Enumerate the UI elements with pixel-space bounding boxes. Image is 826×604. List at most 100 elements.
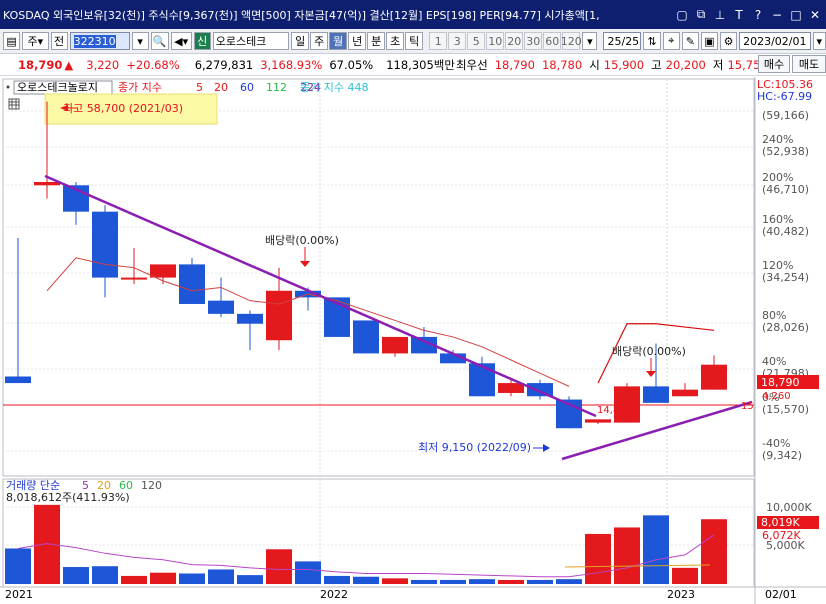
volume-bar-14 — [411, 579, 437, 584]
stock-code-value: 322310 — [73, 34, 116, 48]
interval-tabs: 1 3 5 10 20 30 60 120 — [429, 32, 582, 50]
calendar-icon[interactable]: ▾ — [812, 32, 826, 50]
close-icon[interactable]: ✕ — [807, 7, 823, 23]
type-select[interactable]: 주 ▾ — [22, 32, 49, 50]
volume-pct: 3,168.93% — [260, 57, 323, 72]
high-label: 고 — [651, 57, 662, 72]
interval-tab-5[interactable]: 30 — [524, 32, 543, 50]
interval-tab-4[interactable]: 20 — [505, 32, 524, 50]
volume-bar-0 — [5, 548, 31, 584]
tools-icon[interactable]: ✎ — [681, 32, 699, 50]
volume-bar-23 — [672, 567, 698, 584]
interval-tab-3[interactable]: 10 — [486, 32, 505, 50]
volume-value: 8,018,612주(411.93%) — [6, 491, 130, 504]
candle-body-8 — [237, 313, 263, 324]
price-tick-price-7: (15,570) — [762, 403, 809, 416]
period-tab-0[interactable]: 일 — [291, 32, 310, 50]
dividend-annotation-2: 배당락(0.00%) — [612, 345, 686, 358]
gear-icon[interactable]: ⚙ — [719, 32, 738, 50]
candle-body-0 — [5, 376, 31, 384]
prev-button[interactable]: 전 — [50, 32, 68, 50]
hc-label: HC:-67.99 — [757, 90, 812, 103]
volume-bar-19 — [556, 579, 582, 584]
layout-icon[interactable]: ▤ — [3, 32, 21, 50]
volume-bar-15 — [440, 579, 466, 584]
stock-chart[interactable]: 오로스테크놀로지 종가 지수 5 20 60 112 224 종가 지수 448 최고 … — [0, 77, 826, 604]
candle-body-17 — [498, 383, 524, 393]
line-value: 14,885 — [597, 405, 632, 416]
volume-bar-4 — [121, 575, 147, 584]
date-current: 02/01 — [765, 588, 797, 601]
minimize-icon[interactable]: − — [769, 7, 785, 23]
candle-body-23 — [672, 389, 698, 397]
up-arrow-icon: ▲ — [64, 57, 74, 72]
interval-tab-1[interactable]: 3 — [448, 32, 467, 50]
legend-ma-period-3: 112 — [266, 81, 287, 94]
price-tick-price-8: (9,342) — [762, 449, 802, 462]
change-pct: +20.68% — [126, 57, 180, 72]
volume-value: 6,279,831 — [194, 57, 254, 72]
period-tab-5[interactable]: 초 — [386, 32, 405, 50]
interval-dropdown-icon[interactable]: ▾ — [582, 32, 598, 50]
prev-price-tag: 4,260 — [762, 391, 791, 402]
volume-bar-7 — [208, 569, 234, 584]
volume-bar-11 — [324, 575, 350, 584]
maximize-icon[interactable]: □ — [788, 7, 804, 23]
date-input[interactable]: 2023/02/01 — [739, 32, 811, 50]
interval-tab-7[interactable]: 120 — [561, 32, 582, 50]
turnover-ratio: 67.05% — [329, 57, 374, 72]
up-down-icon[interactable]: ⇅ — [643, 32, 661, 50]
volume-bar-17 — [498, 579, 524, 584]
crosshair-icon[interactable]: ⌖ — [662, 32, 680, 50]
current-price-tag-text: 18,790 — [761, 376, 800, 389]
dividend-annotation: 배당락(0.00%) — [265, 234, 339, 247]
period-tab-6[interactable]: 틱 — [405, 32, 424, 50]
open-label: 시 — [589, 57, 600, 72]
current-price: 18,790 — [18, 57, 63, 72]
period-tab-3[interactable]: 년 — [348, 32, 367, 50]
date-2022: 2022 — [320, 588, 348, 601]
period-tab-2[interactable]: 월 — [329, 32, 348, 50]
interval-tab-2[interactable]: 5 — [467, 32, 486, 50]
price-tick-price-2: (46,710) — [762, 183, 809, 196]
price-tick-price-5: (28,026) — [762, 321, 809, 334]
pin-icon[interactable]: ⊥ — [712, 7, 728, 23]
restore-icon[interactable]: ▢ — [674, 7, 690, 23]
sell-button[interactable]: 매도 — [792, 55, 826, 73]
volume-bar-18 — [527, 579, 553, 584]
help-icon[interactable]: ? — [750, 7, 766, 23]
period-tab-1[interactable]: 주 — [310, 32, 329, 50]
period-tab-4[interactable]: 분 — [367, 32, 386, 50]
speaker-icon[interactable]: ◀▾ — [170, 32, 192, 50]
interval-tab-6[interactable]: 60 — [543, 32, 562, 50]
interval-tab-0[interactable]: 1 — [429, 32, 448, 50]
type-label: 주 — [27, 35, 38, 48]
price-change: 3,220 — [86, 57, 120, 72]
count-input[interactable]: 25/25 — [603, 32, 642, 50]
legend-ma-period-2: 60 — [240, 81, 254, 94]
stock-code-input[interactable]: 322310 — [69, 32, 130, 50]
candle-body-16 — [469, 363, 495, 397]
quote-bar: 18,790 ▲ 3,220 +20.68% 6,279,831 3,168.9… — [0, 54, 826, 76]
volume-bar-5 — [150, 572, 176, 584]
text-icon[interactable]: T — [731, 7, 747, 23]
volume-bar-22 — [643, 515, 669, 584]
period-tabs: 일주월년분초틱 — [291, 32, 424, 50]
date-2023: 2023 — [667, 588, 695, 601]
volume-bar-21 — [614, 527, 640, 584]
search-icon[interactable]: 🔍 — [150, 32, 169, 50]
volume-bar-13 — [382, 578, 408, 584]
volume-bar-9 — [266, 549, 292, 584]
dropdown-icon[interactable]: ▾ — [131, 32, 149, 50]
volume-bar-12 — [353, 576, 379, 584]
stock-name: 오로스테크 — [212, 32, 290, 50]
buy-button[interactable]: 매수 — [758, 55, 790, 73]
candle-body-7 — [208, 300, 234, 314]
new-badge: 신 — [193, 32, 211, 50]
volume-ma-period-3: 120 — [141, 479, 162, 492]
save-icon[interactable]: ▣ — [700, 32, 718, 50]
window-icon[interactable]: ⧉ — [693, 7, 709, 23]
candle-body-24 — [701, 364, 727, 390]
volume-ma-tag: 6,072K — [762, 529, 801, 542]
volume-bar-2 — [63, 567, 89, 584]
